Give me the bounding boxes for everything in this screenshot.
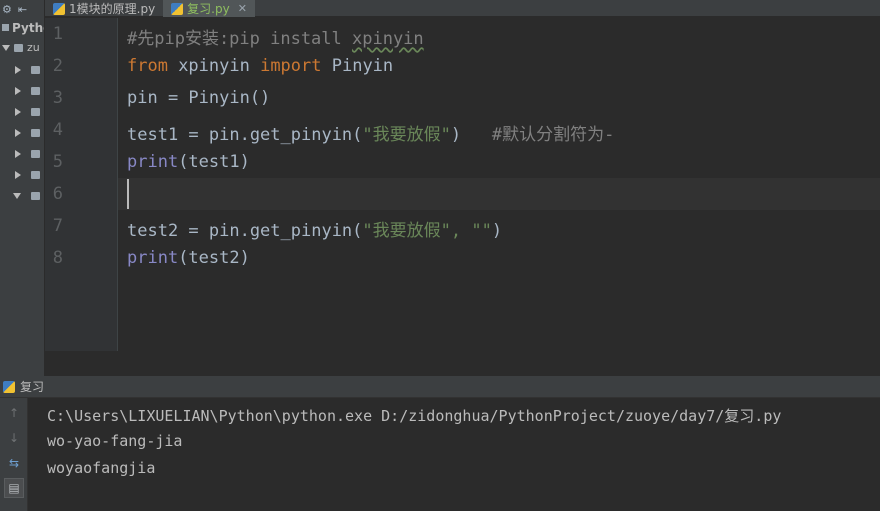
scroll-up-icon[interactable]: ↑ — [4, 403, 24, 423]
folder-icon — [31, 87, 40, 95]
soft-wrap-icon[interactable]: ⇆ — [4, 453, 24, 473]
expand-arrow-icon[interactable] — [15, 150, 21, 158]
expand-arrow-icon[interactable] — [15, 66, 21, 74]
tree-item[interactable] — [13, 190, 40, 202]
print-icon[interactable]: ▭ — [4, 503, 24, 511]
console-line: woyaofangjia — [47, 459, 156, 477]
code-token: (test1) — [178, 152, 250, 172]
editor-footer-space — [45, 351, 880, 376]
code-token: print — [127, 248, 179, 268]
expand-arrow-icon[interactable] — [2, 44, 10, 51]
code-line[interactable]: #先pip安装:pip install xpinyin — [127, 24, 424, 49]
folder-icon — [31, 66, 40, 74]
code-line[interactable]: pin = Pinyin() — [127, 88, 270, 108]
folder-icon — [31, 129, 40, 137]
run-panel-title: 复习 — [20, 380, 45, 394]
code-token: (test2) — [178, 248, 250, 268]
tree-item[interactable] — [15, 169, 40, 181]
code-line[interactable]: test1 = pin.get_pinyin("我要放假") #默认分割符为- — [127, 120, 614, 145]
scroll-to-end-icon[interactable]: ▤ — [4, 478, 24, 498]
line-number: 4 — [52, 120, 63, 140]
code-token: import — [260, 56, 322, 76]
code-token: print — [127, 152, 179, 172]
line-number: 5 — [52, 152, 63, 172]
tree-item[interactable] — [15, 148, 40, 160]
run-panel-header: 复习 — [0, 376, 880, 398]
code-token: xpinyin — [167, 56, 261, 76]
line-number: 8 — [52, 248, 63, 268]
project-root-label: Pytho — [12, 20, 44, 35]
project-folder-item[interactable]: zu — [0, 39, 40, 56]
project-icon — [2, 24, 9, 31]
code-token: ) — [491, 221, 503, 241]
line-number: 1 — [52, 24, 63, 44]
line-number: 2 — [52, 56, 63, 76]
folder-icon — [14, 43, 23, 52]
tab-label: 1模块的原理.py — [69, 2, 156, 16]
tab-label: 复习.py — [187, 2, 230, 16]
code-token: ) — [450, 125, 492, 145]
tree-item[interactable] — [15, 127, 40, 139]
expand-arrow-icon[interactable] — [15, 87, 21, 95]
code-token: #先pip安装:pip install — [127, 29, 352, 49]
expand-arrow-icon[interactable] — [15, 129, 21, 137]
line-number: 6 — [52, 184, 63, 204]
expand-arrow-icon[interactable] — [15, 171, 21, 179]
code-line[interactable]: test2 = pin.get_pinyin("我要放假", "") — [127, 216, 502, 241]
code-token: pin = Pinyin() — [127, 88, 271, 108]
caret-row-highlight — [118, 178, 880, 210]
tab-review[interactable]: 复习.py ✕ — [163, 0, 255, 17]
collapse-icon[interactable]: ⇤ — [18, 3, 27, 16]
expand-arrow-icon[interactable] — [13, 193, 21, 199]
code-token: test2 = pin.get_pinyin( — [127, 221, 363, 241]
tree-item[interactable] — [15, 64, 40, 76]
code-token: #默认分割符为- — [491, 125, 615, 145]
scroll-down-icon[interactable]: ↓ — [4, 428, 24, 448]
code-token: xpinyin — [352, 29, 424, 49]
expand-arrow-icon[interactable] — [15, 108, 21, 116]
tree-item[interactable] — [15, 106, 40, 118]
code-token: Pinyin — [321, 56, 394, 76]
run-toolbar: ↑ ↓ ⇆ ▤ ▭ — [0, 398, 28, 511]
project-root-item[interactable]: Pytho — [0, 19, 44, 36]
tree-item[interactable] — [15, 85, 40, 97]
console-line: wo-yao-fang-jia — [47, 432, 183, 450]
line-number: 3 — [52, 88, 63, 108]
console-line: C:\Users\LIXUELIAN\Python\python.exe D:/… — [47, 407, 782, 425]
project-toolbar: ⚙ ⇤ — [0, 0, 44, 18]
code-token: "我要放假", "" — [362, 221, 492, 241]
tab-module-principle[interactable]: 1模块的原理.py — [45, 0, 163, 17]
text-cursor — [127, 179, 129, 209]
folder-icon — [31, 108, 40, 116]
project-panel: ⚙ ⇤ Pytho zu — [0, 0, 45, 376]
code-token: test1 = pin.get_pinyin( — [127, 125, 363, 145]
code-line[interactable]: print(test2) — [127, 248, 250, 268]
project-folder-label: zu — [27, 41, 40, 54]
folder-icon — [31, 150, 40, 158]
folder-icon — [31, 192, 40, 200]
code-line[interactable]: print(test1) — [127, 152, 250, 172]
gear-icon[interactable]: ⚙ — [2, 3, 12, 16]
line-number: 7 — [52, 216, 63, 236]
folder-icon — [31, 171, 40, 179]
close-icon[interactable]: ✕ — [238, 2, 247, 15]
code-token: "我要放假" — [362, 125, 451, 145]
code-token: from — [127, 56, 168, 76]
python-file-icon — [171, 2, 184, 15]
python-file-icon — [53, 2, 65, 15]
editor-tab-bar: 1模块的原理.py 复习.py ✕ — [45, 0, 880, 17]
python-run-icon — [3, 380, 15, 393]
code-line[interactable]: from xpinyin import Pinyin — [127, 56, 393, 76]
